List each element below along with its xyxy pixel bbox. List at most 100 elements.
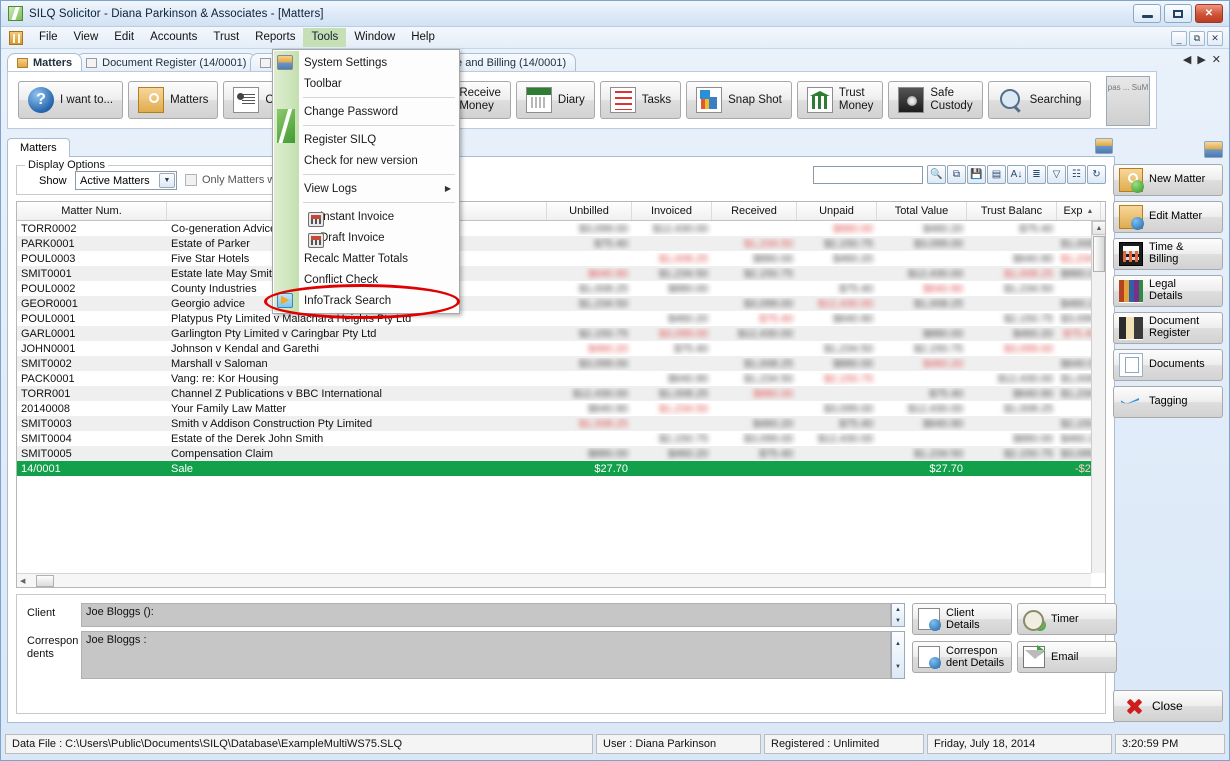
menu-accounts[interactable]: Accounts: [142, 28, 205, 47]
table-row[interactable]: JOHN0001 Johnson v Kendal and Garethi $460…: [17, 341, 1105, 356]
sidebar-item-document-register[interactable]: Document Register: [1113, 312, 1223, 344]
group-icon[interactable]: ≣: [1027, 165, 1046, 184]
sidebar-item-new-matter[interactable]: New Matter: [1113, 164, 1223, 196]
correspondents-field[interactable]: Joe Bloggs :: [81, 631, 891, 679]
toolbar-snap-shot-button[interactable]: Snap Shot: [686, 81, 792, 119]
menu-item-check-for-new-version[interactable]: Check for new version: [273, 150, 459, 171]
inner-tab-matters[interactable]: Matters: [7, 138, 70, 157]
table-row[interactable]: 20140008 Your Family Law Matter $640.90 $1,…: [17, 401, 1105, 416]
table-row[interactable]: SMIT0003 Smith v Addison Construction Pty…: [17, 416, 1105, 431]
menu-view[interactable]: View: [66, 28, 107, 47]
sort-ascending-icon[interactable]: ▲: [1087, 208, 1094, 215]
toolbar-safe-custody-button[interactable]: Safe Custody: [888, 81, 983, 119]
maximize-button[interactable]: [1164, 4, 1192, 23]
menu-edit[interactable]: Edit: [106, 28, 142, 47]
grid-col-received[interactable]: Received: [712, 202, 797, 220]
grid-col-exp[interactable]: Exp ▲: [1057, 202, 1101, 220]
spin-down-icon[interactable]: ▼: [892, 615, 904, 626]
mdi-restore-button[interactable]: ⧉: [1189, 31, 1205, 46]
menu-help[interactable]: Help: [403, 28, 443, 47]
spin-down-icon[interactable]: ▼: [892, 655, 904, 678]
menu-item-system-settings[interactable]: System Settings: [273, 52, 459, 73]
menu-item-conflict-check[interactable]: Conflict Check: [273, 269, 459, 290]
menu-item-register-silq[interactable]: Register SILQ: [273, 129, 459, 150]
tab-document-register-14-0001[interactable]: Document Register (14/0001): [76, 53, 257, 71]
save-icon[interactable]: 💾: [967, 165, 986, 184]
menu-trust[interactable]: Trust: [205, 28, 247, 47]
menu-tools[interactable]: Tools: [303, 28, 347, 47]
grid-col-trust-balanc[interactable]: Trust Balanc: [967, 202, 1057, 220]
table-row[interactable]: PACK0001 Vang: re: Kor Housing $640.90 $1,2…: [17, 371, 1105, 386]
client-field[interactable]: Joe Bloggs ():: [81, 603, 891, 627]
mdi-minimize-button[interactable]: _: [1171, 31, 1187, 46]
copy-icon[interactable]: ⧉: [947, 165, 966, 184]
horizontal-scroll-thumb[interactable]: [36, 574, 55, 587]
grid-col-unpaid[interactable]: Unpaid: [797, 202, 877, 220]
grid-horizontal-scrollbar[interactable]: ◀: [17, 573, 1091, 587]
spin-up-icon[interactable]: ▲: [892, 604, 904, 615]
menu-item-change-password[interactable]: Change Password: [273, 101, 459, 122]
only-unbilled-checkbox[interactable]: [185, 174, 197, 186]
table-row[interactable]: SMIT0004 Estate of the Derek John Smith $2…: [17, 431, 1105, 446]
grid-col-invoiced[interactable]: Invoiced: [632, 202, 712, 220]
menu-file[interactable]: File: [31, 28, 66, 47]
vertical-scroll-thumb[interactable]: [1093, 236, 1105, 272]
sidebar-item-documents[interactable]: Documents: [1113, 349, 1223, 381]
menu-reports[interactable]: Reports: [247, 28, 303, 47]
table-row[interactable]: POUL0001 Platypus Pty Limited v Malachara…: [17, 311, 1105, 326]
columns-icon[interactable]: ☷: [1067, 165, 1086, 184]
menu-window[interactable]: Window: [346, 28, 403, 47]
menu-item-infotrack-search[interactable]: InfoTrack Search: [273, 290, 459, 311]
correspondents-spinner[interactable]: ▲ ▼: [891, 631, 905, 679]
table-row[interactable]: TORR001 Channel Z Publications v BBC Inte…: [17, 386, 1105, 401]
sidebar-item-legal-details[interactable]: Legal Details: [1113, 275, 1223, 307]
menu-item-instant-invoice[interactable]: Instant Invoice: [273, 206, 459, 227]
grid-vertical-scrollbar[interactable]: ▲: [1091, 221, 1105, 573]
show-filter-select[interactable]: Active Matters ▼: [75, 171, 177, 190]
toolbar-searching-button[interactable]: Searching: [987, 81, 1092, 119]
table-row[interactable]: SMIT0002 Marshall v Saloman $3,099.00 $1,00…: [17, 356, 1105, 371]
scroll-left-icon[interactable]: ◀: [20, 577, 25, 585]
search-input[interactable]: [813, 165, 923, 184]
table-row[interactable]: SMIT0001 Estate late May Smith $640.90 $1,2…: [17, 266, 1105, 281]
toolbar-tasks-button[interactable]: Tasks: [599, 81, 682, 119]
table-row[interactable]: GARL0001 Garlington Pty Limited v Caringb…: [17, 326, 1105, 341]
refresh-icon[interactable]: ↻: [1087, 165, 1106, 184]
detail-correspon-dent-details-button[interactable]: Correspon dent Details: [912, 641, 1012, 673]
menu-item-draft-invoice[interactable]: Draft Invoice: [273, 227, 459, 248]
toolbar-trust-money-button[interactable]: Trust Money: [796, 81, 884, 119]
document-menu-icon[interactable]: [9, 30, 23, 45]
menu-item-toolbar[interactable]: Toolbar: [273, 73, 459, 94]
grid-col-matter-num[interactable]: Matter Num.: [17, 202, 167, 220]
menu-item-recalc-matter-totals[interactable]: Recalc Matter Totals: [273, 248, 459, 269]
tab-next-icon[interactable]: ▶: [1197, 53, 1205, 66]
spin-up-icon[interactable]: ▲: [892, 632, 904, 655]
table-row[interactable]: POUL0002 County Industries $1,008.25 $880.0…: [17, 281, 1105, 296]
sort-az-icon[interactable]: A↓: [1007, 165, 1026, 184]
detail-email-button[interactable]: Email: [1017, 641, 1117, 673]
close-button[interactable]: ✕: [1195, 4, 1223, 23]
toolbar-diary-button[interactable]: Diary: [515, 81, 595, 119]
scroll-up-icon[interactable]: ▲: [1092, 221, 1105, 235]
settings-shortcut-icon[interactable]: [1095, 138, 1113, 154]
table-row[interactable]: POUL0003 Five Star Hotels $1,008.25 $880.00…: [17, 251, 1105, 266]
toolbar-matters-button[interactable]: Matters: [128, 81, 219, 119]
table-row[interactable]: TORR0002 Co-generation Advice $3,099.00 $12…: [17, 221, 1105, 236]
sidebar-item-time-billing[interactable]: Time & Billing: [1113, 238, 1223, 270]
table-row[interactable]: GEOR0001 Georgio advice $1,234.50 $3,099.00…: [17, 296, 1105, 311]
tab-prev-icon[interactable]: ◀: [1183, 53, 1191, 66]
table-row[interactable]: SMIT0005 Compensation Claim $880.00 $460.20…: [17, 446, 1105, 461]
sidebar-settings-icon[interactable]: [1204, 141, 1223, 158]
sidebar-item-edit-matter[interactable]: Edit Matter: [1113, 201, 1223, 233]
find-icon[interactable]: 🔍: [927, 165, 946, 184]
minimize-button[interactable]: [1133, 4, 1161, 23]
grid-col-total-value[interactable]: Total Value: [877, 202, 967, 220]
menu-item-view-logs[interactable]: View Logs ▶: [273, 178, 459, 199]
client-spinner[interactable]: ▲ ▼: [891, 603, 905, 627]
detail-timer-button[interactable]: Timer: [1017, 603, 1117, 635]
grid-col-unbilled[interactable]: Unbilled: [547, 202, 632, 220]
vertical-side-tab[interactable]: pas ... SuM: [1106, 76, 1150, 126]
close-window-button[interactable]: Close: [1113, 690, 1223, 722]
detail-client-details-button[interactable]: Client Details: [912, 603, 1012, 635]
export-icon[interactable]: ▤: [987, 165, 1006, 184]
